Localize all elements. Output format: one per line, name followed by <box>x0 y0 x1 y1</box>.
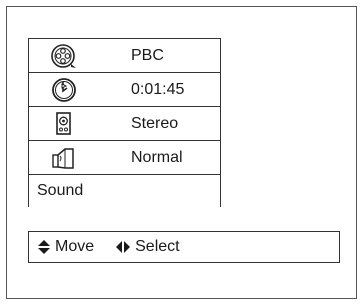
menu-item-time[interactable]: 0:01:45 <box>29 73 220 107</box>
menu-item-pbc[interactable]: PBC <box>29 39 220 73</box>
sound-label: Sound <box>37 182 84 199</box>
move-label: Move <box>55 238 95 255</box>
menu-item-label: 0:01:45 <box>131 80 185 98</box>
surround-speaker-icon <box>29 141 99 174</box>
menu-item-label: Stereo <box>131 114 179 132</box>
select-hint: Select <box>116 238 180 256</box>
speaker-icon <box>29 107 99 140</box>
menu-item-audio[interactable]: Stereo <box>29 107 220 141</box>
menu-item-label: PBC <box>131 46 164 64</box>
menu-item-surround[interactable]: Normal <box>29 141 220 175</box>
menu-item-sound[interactable]: Sound <box>29 175 220 207</box>
left-right-arrows-icon <box>116 241 131 253</box>
navigation-hint-bar: Move Select <box>28 231 340 263</box>
up-down-arrows-icon <box>38 240 50 254</box>
move-hint: Move <box>38 238 94 256</box>
clock-icon <box>29 73 99 106</box>
select-label: Select <box>135 238 180 255</box>
settings-menu: PBC 0:01:45 Stereo Normal Sound <box>28 38 221 207</box>
menu-item-label: Normal <box>131 148 183 166</box>
film-reel-icon <box>29 39 99 72</box>
